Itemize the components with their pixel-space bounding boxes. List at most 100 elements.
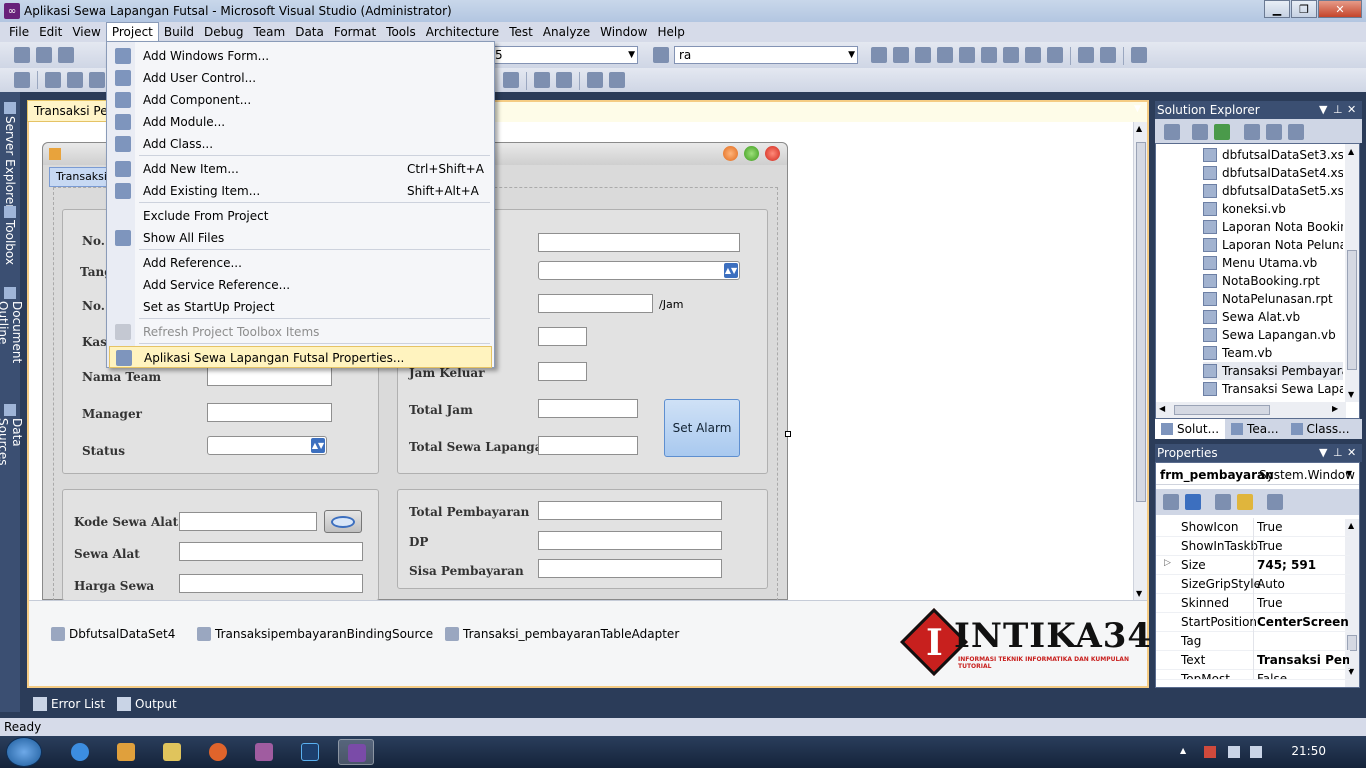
align-right-icon[interactable] [89, 72, 105, 88]
pin-icon[interactable]: ⊥ [1333, 444, 1343, 462]
property-value[interactable]: True [1257, 596, 1349, 610]
scrollbar-thumb[interactable] [1136, 142, 1146, 502]
total-pembayaran-input[interactable] [538, 501, 722, 520]
property-row[interactable]: Text Transaksi Pemb [1156, 651, 1350, 670]
property-row[interactable]: ShowIcon True [1156, 518, 1350, 537]
menu-help[interactable]: Help [652, 22, 689, 42]
toolbar-icon-8[interactable] [1025, 47, 1041, 63]
sisa-pembayaran-input[interactable] [538, 559, 722, 578]
solution-item[interactable]: dbfutsalDataSet5.xsd [1203, 182, 1343, 200]
menu-item-add-reference[interactable]: Add Reference... [109, 252, 492, 274]
menu-debug[interactable]: Debug [199, 22, 248, 42]
resize-handle[interactable] [785, 431, 791, 437]
jam-keluar-input[interactable] [538, 362, 587, 381]
alphabetical-icon[interactable] [1185, 494, 1201, 510]
menu-data[interactable]: Data [290, 22, 329, 42]
tab-error-list[interactable]: Error List [27, 694, 111, 714]
toolbar-icon-12[interactable] [1131, 47, 1147, 63]
toolbar-icon-1[interactable] [871, 47, 887, 63]
property-row[interactable]: StartPosition CenterScreen [1156, 613, 1350, 632]
form-minimize-icon[interactable] [723, 146, 738, 161]
search-alat-button[interactable] [324, 510, 362, 533]
se-horizontal-scrollbar[interactable]: ◀ ▶ [1156, 402, 1346, 418]
solution-item[interactable]: dbfutsalDataSet3.xsd [1203, 146, 1343, 164]
scrollbar-thumb[interactable] [1174, 405, 1270, 415]
harga-sewa-input[interactable] [179, 574, 363, 593]
find-in-files-icon[interactable] [653, 47, 669, 63]
maximize-button[interactable]: ❐ [1291, 0, 1317, 18]
menu-item-add-user-control[interactable]: Add User Control... [109, 67, 492, 89]
start-button[interactable] [6, 737, 42, 767]
taskbar-winrar[interactable] [246, 739, 282, 765]
close-icon[interactable]: ✕ [1347, 444, 1356, 462]
taskbar-explorer[interactable] [154, 739, 190, 765]
taskbar-internet-explorer[interactable] [62, 739, 98, 765]
menu-test[interactable]: Test [504, 22, 538, 42]
document-dropdown-icon[interactable]: ▼ [1134, 104, 1141, 114]
solution-item[interactable]: Menu Utama.vb [1203, 254, 1343, 272]
menu-item-add-class[interactable]: Add Class... [109, 133, 492, 155]
scroll-down-icon[interactable]: ▼ [1136, 589, 1142, 598]
tray-item-tableadapter[interactable]: Transaksi_pembayaranTableAdapter [445, 627, 679, 641]
solution-item[interactable]: NotaBooking.rpt [1203, 272, 1343, 290]
data-sources-tab[interactable]: Data Sources [0, 404, 24, 494]
total-sewa-lapangan-input[interactable] [538, 436, 638, 455]
solution-item[interactable]: Transaksi Pembayaran [1203, 362, 1343, 380]
total-jam-input[interactable] [538, 399, 638, 418]
refresh-icon[interactable] [1214, 124, 1230, 140]
property-row[interactable]: ShowInTaskb True [1156, 537, 1350, 556]
toolbar-icon-11[interactable] [1100, 47, 1116, 63]
right-input-1[interactable] [538, 233, 740, 252]
tab-output[interactable]: Output [111, 694, 183, 714]
action-center-icon[interactable] [1204, 746, 1216, 758]
scrollbar-thumb[interactable] [1347, 250, 1357, 370]
show-hidden-icons[interactable]: ▲ [1180, 746, 1188, 758]
property-value[interactable]: Transaksi Pemb [1257, 653, 1349, 667]
menu-item-show-all-files[interactable]: Show All Files [109, 227, 492, 249]
document-outline-tab[interactable]: Document Outline [0, 287, 24, 402]
solution-item[interactable]: dbfutsalDataSet4.xsd [1203, 164, 1343, 182]
designer-vertical-scrollbar[interactable]: ▲ ▼ [1133, 122, 1147, 600]
scroll-up-icon[interactable]: ▲ [1136, 124, 1142, 133]
menu-item-add-windows-form[interactable]: Add Windows Form... [109, 45, 492, 67]
menu-item-add-new-item[interactable]: Add New Item... Ctrl+Shift+A [109, 158, 492, 180]
toolbar-icon-4[interactable] [937, 47, 953, 63]
dp-input[interactable] [538, 531, 722, 550]
categorized-icon[interactable] [1163, 494, 1179, 510]
menu-view[interactable]: View [67, 22, 105, 42]
add-item-icon[interactable] [36, 47, 52, 63]
menu-analyze[interactable]: Analyze [538, 22, 595, 42]
tray-item-bindingsource[interactable]: TransaksipembayaranBindingSource [197, 627, 433, 641]
clock[interactable]: 21:50 [1291, 744, 1326, 758]
form-close-icon[interactable] [765, 146, 780, 161]
properties-icon[interactable] [1164, 124, 1180, 140]
property-value[interactable]: Auto [1257, 577, 1349, 591]
close-button[interactable]: ✕ [1318, 0, 1362, 18]
volume-icon[interactable] [1228, 746, 1240, 758]
menu-project[interactable]: Project [105, 22, 159, 42]
menu-item-add-existing-item[interactable]: Add Existing Item... Shift+Alt+A [109, 180, 492, 202]
dropdown-icon[interactable]: ▼ [1319, 444, 1327, 462]
scroll-down-icon[interactable]: ▼ [1348, 390, 1354, 399]
expand-icon[interactable]: ▷ [1164, 558, 1171, 568]
menu-item-add-module[interactable]: Add Module... [109, 111, 492, 133]
nama-team-input[interactable] [207, 367, 332, 386]
property-pages-icon[interactable] [1267, 494, 1283, 510]
property-row[interactable]: ▷ Size 745; 591 [1156, 556, 1350, 575]
harga-per-jam-input[interactable] [538, 294, 653, 313]
right-combo-1[interactable]: ▲▼ [538, 261, 740, 280]
menu-item-add-component[interactable]: Add Component... [109, 89, 492, 111]
menu-edit[interactable]: Edit [34, 22, 67, 42]
solution-item[interactable]: Laporan Nota Booking [1203, 218, 1343, 236]
taskbar-media-player[interactable] [108, 739, 144, 765]
toolbar-icon-5[interactable] [959, 47, 975, 63]
solution-item[interactable]: Sewa Lapangan.vb [1203, 326, 1343, 344]
taskbar-visual-studio[interactable] [338, 739, 374, 765]
lock-controls-icon[interactable] [609, 72, 625, 88]
dropdown-icon[interactable]: ▼ [1319, 101, 1327, 119]
pin-icon[interactable]: ⊥ [1333, 101, 1343, 119]
menu-item-add-service-reference[interactable]: Add Service Reference... [109, 274, 492, 296]
solution-item[interactable]: Team.vb [1203, 344, 1343, 362]
object-selector[interactable]: frm_pembayaran System.Window ▼ [1156, 465, 1359, 485]
class-diagram-icon[interactable] [1288, 124, 1304, 140]
